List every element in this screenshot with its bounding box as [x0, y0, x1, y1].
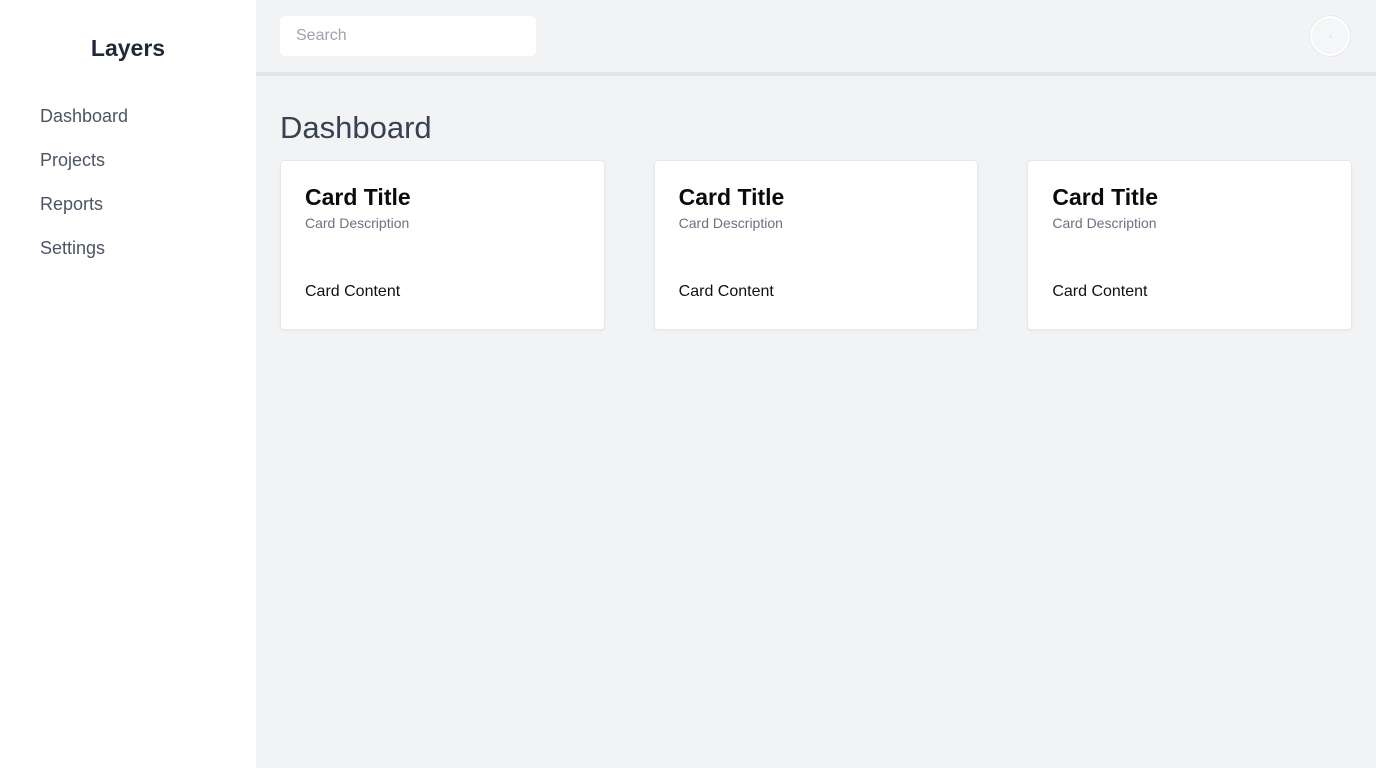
page-title: Dashboard — [280, 110, 432, 145]
card-title: Card Title — [305, 184, 411, 210]
card: Card Title Card Description Card Content — [1027, 160, 1352, 330]
avatar-icon — [1328, 34, 1332, 38]
main-area: Dashboard Card Title Card Description Ca… — [256, 0, 1376, 768]
card-grid: Card Title Card Description Card Content… — [280, 160, 1352, 330]
sidebar-nav: Dashboard Projects Reports Settings — [0, 104, 256, 280]
card-content: Card Content — [305, 283, 401, 300]
app-shell: Layers Dashboard Projects Reports Settin… — [0, 0, 1376, 768]
sidebar-item-projects[interactable]: Projects — [0, 148, 256, 192]
card-title: Card Title — [678, 184, 785, 210]
main-content: Dashboard Card Title Card Description Ca… — [256, 76, 1376, 330]
top-bar — [256, 0, 1376, 76]
card-description: Card Description — [678, 215, 783, 231]
sidebar-item-dashboard[interactable]: Dashboard — [0, 104, 256, 148]
card-content: Card Content — [1052, 283, 1148, 300]
card-content: Card Content — [678, 283, 774, 300]
sidebar-item-settings[interactable]: Settings — [0, 236, 256, 280]
card-description: Card Description — [305, 215, 410, 231]
card-description: Card Description — [1052, 215, 1157, 231]
card: Card Title Card Description Card Content — [653, 160, 979, 330]
card: Card Title Card Description Card Content — [280, 160, 605, 330]
avatar[interactable] — [1310, 16, 1350, 56]
app-title: Layers — [90, 35, 166, 61]
sidebar-item-reports[interactable]: Reports — [0, 192, 256, 236]
sidebar: Layers Dashboard Projects Reports Settin… — [0, 0, 256, 768]
search-input[interactable] — [280, 16, 536, 56]
card-title: Card Title — [1052, 184, 1158, 210]
